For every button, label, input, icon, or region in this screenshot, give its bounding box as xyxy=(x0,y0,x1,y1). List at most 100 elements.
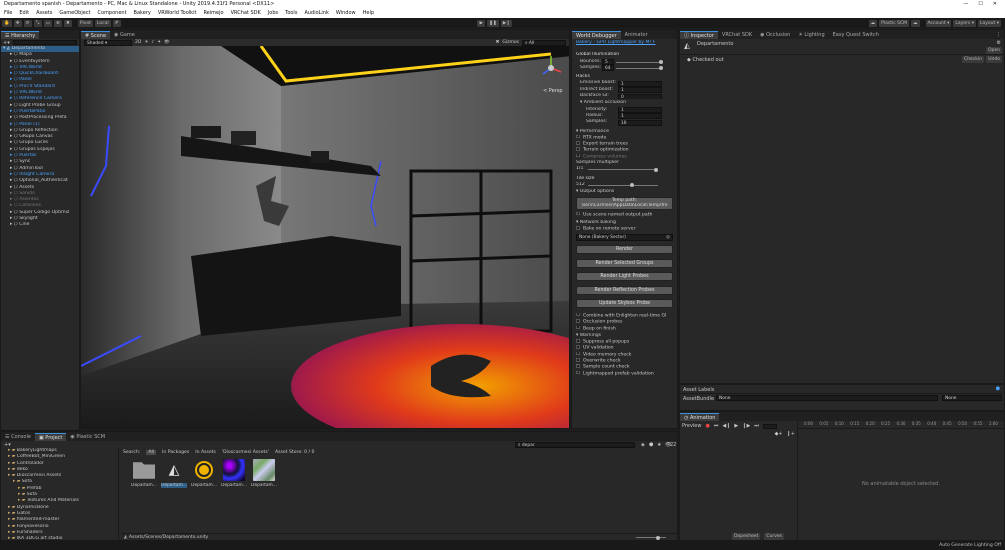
layers-dropdown[interactable]: Layers ▾ xyxy=(953,19,976,27)
menu-gameobject[interactable]: GameObject xyxy=(59,10,90,17)
hand-tool-icon[interactable]: ✋ xyxy=(2,19,12,27)
lightmapped-prefab-toggle[interactable]: Lightmapped prefab validation xyxy=(576,370,673,377)
frame-field[interactable] xyxy=(762,423,777,429)
filter-all[interactable]: All xyxy=(146,449,157,455)
hierarchy-search-input[interactable] xyxy=(12,40,77,45)
beep-checkbox[interactable] xyxy=(576,325,580,330)
sample-count-checkbox[interactable] xyxy=(576,364,580,369)
lightmapped-checkbox[interactable] xyxy=(576,370,580,375)
menu-edit[interactable]: Edit xyxy=(19,10,29,17)
render-selected-groups-button[interactable]: Render Selected Groups xyxy=(576,258,673,268)
move-tool-icon[interactable]: ✥ xyxy=(13,19,22,27)
ao-samples-field[interactable]: 16 xyxy=(618,119,662,126)
rect-tool-icon[interactable]: ▭ xyxy=(43,19,52,27)
render-reflection-probes-button[interactable]: Render Reflection Probes xyxy=(576,285,673,295)
layout-dropdown[interactable]: Layout ▾ xyxy=(977,19,1001,27)
record-icon[interactable]: ● xyxy=(705,423,709,429)
tab-inspector[interactable]: ⓘ Inspector xyxy=(680,31,718,39)
animation-timeline[interactable]: 0:00 0:05 0:10 0:15 0:20 0:25 0:30 0:35 0:40 0:45… xyxy=(798,421,1004,549)
remote-bake-toggle[interactable]: Bake on remote server xyxy=(576,226,673,232)
local-toggle[interactable]: Local xyxy=(94,19,111,27)
tab-animation[interactable]: ◷ Animation xyxy=(680,413,720,421)
use-scene-named-toggle[interactable]: Use scene named output path xyxy=(576,211,673,218)
menu-vrchat-sdk[interactable]: VRChat SDK xyxy=(231,10,261,17)
custom-tool-icon[interactable]: ✖ xyxy=(63,19,72,27)
tag-icon[interactable]: ⬢ xyxy=(996,386,1000,392)
last-key-icon[interactable]: ⏭ xyxy=(754,423,759,429)
collab-icon[interactable]: ☁ xyxy=(868,19,878,27)
minimize-button[interactable]: — xyxy=(963,1,968,8)
tab-vrchat-sdk[interactable]: VRChat SDK xyxy=(718,31,756,39)
samples-multiplier-knob[interactable] xyxy=(654,167,658,172)
beep-toggle[interactable]: Beep on finish xyxy=(576,325,673,332)
occlusion-checkbox[interactable] xyxy=(576,319,580,323)
add-event-icon[interactable]: ❙+ xyxy=(787,431,795,437)
tab-plastic-scm[interactable]: ◉ Plastic SCM xyxy=(66,433,109,441)
account-dropdown[interactable]: Account ▾ xyxy=(925,19,952,27)
menu-reimejo[interactable]: Reimejo xyxy=(203,10,223,17)
audio-toggle-icon[interactable]: ♪ xyxy=(151,40,154,45)
scene-search-input[interactable]: ⌕ All xyxy=(522,39,566,46)
menu-jobs[interactable]: Jobs xyxy=(268,10,278,17)
uv-checkbox[interactable] xyxy=(576,345,580,349)
menu-file[interactable]: File xyxy=(4,10,12,17)
project-asset[interactable]: Departam... xyxy=(251,459,277,488)
plastic-scm-button[interactable]: Plastic SCM xyxy=(879,19,909,27)
menu-help[interactable]: Help xyxy=(363,10,374,17)
remote-bake-checkbox[interactable] xyxy=(576,226,580,230)
prev-key-icon[interactable]: ◀❙ xyxy=(722,423,730,429)
inspector-settings-icon[interactable]: ⚙ xyxy=(997,40,1001,46)
menu-tools[interactable]: Tools xyxy=(285,10,297,17)
vmem-checkbox[interactable] xyxy=(576,351,580,356)
next-key-icon[interactable]: ❙▶ xyxy=(742,423,750,429)
bounces-slider[interactable] xyxy=(616,61,662,63)
bakery-header-link[interactable]: Bakery - GPU Lightmapper by Mr F xyxy=(576,40,673,46)
tile-size-knob[interactable] xyxy=(630,183,634,188)
dopesheet-tab[interactable]: Dopesheet xyxy=(732,533,761,540)
variant-dropdown[interactable]: None xyxy=(942,395,1002,401)
hidden-objects-icon[interactable]: 👁 xyxy=(164,40,170,45)
tab-game[interactable]: ◉ Game xyxy=(110,31,139,39)
maximize-button[interactable]: ☐ xyxy=(978,1,982,8)
samples-field[interactable]: 64 xyxy=(602,65,614,72)
add-icon[interactable]: +▾ xyxy=(3,40,10,46)
tab-project[interactable]: ▣ Project xyxy=(34,433,67,441)
preview-toggle[interactable]: Preview xyxy=(682,423,701,429)
mode-2d-toggle[interactable]: 2D xyxy=(135,40,141,45)
tab-occlusion[interactable]: ◉ Occlusion xyxy=(756,31,794,39)
combine-checkbox[interactable] xyxy=(576,312,580,317)
pivot-toggle[interactable]: Pivot xyxy=(77,19,93,27)
overwrite-checkbox[interactable] xyxy=(576,358,580,362)
menu-window[interactable]: Window xyxy=(336,10,356,17)
step-button[interactable]: ▶❙ xyxy=(500,19,512,27)
tile-size-slider[interactable] xyxy=(588,184,658,186)
lighting-toggle-icon[interactable]: ☀ xyxy=(144,40,148,45)
object-picker-icon[interactable]: ◎ xyxy=(666,235,670,241)
compress-checkbox[interactable] xyxy=(576,153,580,158)
samples-slider-knob[interactable] xyxy=(659,66,663,71)
render-button[interactable]: Render xyxy=(576,245,673,255)
tab-easy-quest-switch[interactable]: Easy Quest Switch xyxy=(829,31,883,39)
icon-size-slider[interactable] xyxy=(636,537,666,538)
open-button[interactable]: Open xyxy=(985,47,1002,54)
backface-field[interactable]: 0 xyxy=(618,93,662,100)
play-button[interactable]: ▶ xyxy=(477,19,486,27)
hierarchy-item[interactable]: ▸ ⬡ Cine xyxy=(1,222,79,228)
export-trees-checkbox[interactable] xyxy=(576,141,580,145)
menu-audiolink[interactable]: AudioLink xyxy=(304,10,328,17)
project-asset[interactable]: Departam... xyxy=(131,459,157,488)
transform-tool-icon[interactable]: ⊕ xyxy=(53,19,62,27)
icon-size-knob[interactable] xyxy=(656,535,660,540)
samples-slider[interactable] xyxy=(616,67,662,69)
rtx-checkbox[interactable] xyxy=(576,134,580,139)
use-scene-named-checkbox[interactable] xyxy=(576,211,580,216)
scene-viewport[interactable]: < Persp xyxy=(81,45,570,429)
filter-asset-store[interactable]: Asset Store: 0 / 0 xyxy=(275,450,314,455)
persp-label[interactable]: < Persp xyxy=(543,88,563,94)
tab-console[interactable]: ☰ Console xyxy=(1,433,35,441)
inspector-menu-icon[interactable]: ⋮ xyxy=(996,32,1004,39)
rotate-tool-icon[interactable]: ⟳ xyxy=(23,19,32,27)
close-button[interactable]: ✕ xyxy=(993,1,997,8)
cloud-icon[interactable]: ☁ xyxy=(911,19,920,27)
suppress-checkbox[interactable] xyxy=(576,339,580,343)
